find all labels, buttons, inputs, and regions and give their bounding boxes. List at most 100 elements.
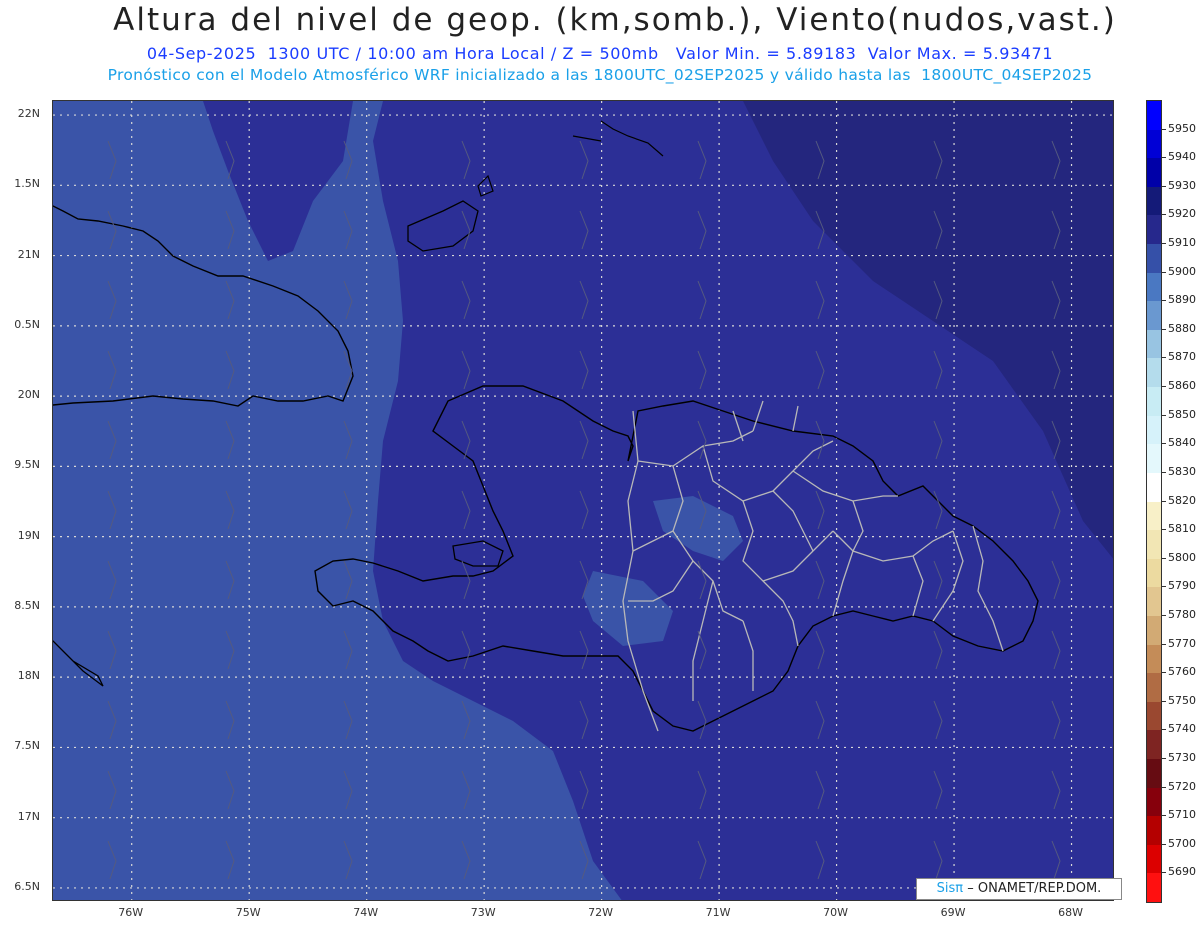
colorbar-segment — [1147, 129, 1161, 159]
longitude-label: 71W — [705, 906, 731, 919]
colorbar-tick — [1162, 271, 1166, 273]
colorbar-tick — [1162, 300, 1166, 302]
longitude-label: 70W — [823, 906, 848, 919]
latitude-label: 1.5N — [14, 177, 40, 191]
colorbar-segment — [1147, 615, 1161, 646]
colorbar-tick — [1162, 157, 1166, 159]
colorbar-label: 5800 — [1168, 550, 1196, 564]
colorbar-segment — [1147, 329, 1161, 359]
colorbar-label: 5740 — [1168, 722, 1196, 736]
colorbar-tick — [1162, 185, 1166, 187]
colorbar-tick — [1162, 357, 1166, 359]
colorbar-tick — [1162, 786, 1166, 788]
colorbar-label: 5940 — [1168, 150, 1196, 164]
colorbar-label: 5760 — [1168, 665, 1196, 679]
longitude-label: 74W — [353, 906, 379, 919]
colorbar-segment — [1147, 472, 1161, 502]
colorbar-tick — [1162, 386, 1166, 388]
colorbar-label: 5890 — [1168, 293, 1196, 307]
colorbar-tick — [1162, 500, 1166, 502]
colorbar-segment — [1147, 215, 1161, 245]
colorbar-tick — [1162, 872, 1166, 874]
colorbar-segment — [1147, 816, 1161, 846]
colorbar-segment — [1147, 387, 1161, 417]
colorbar-label: 5810 — [1168, 522, 1196, 536]
colorbar — [1146, 100, 1162, 903]
colorbar-tick — [1162, 700, 1166, 702]
colorbar-label: 5780 — [1168, 607, 1196, 621]
colorbar-tick — [1162, 843, 1166, 845]
latitude-label: 6.5N — [14, 879, 40, 893]
colorbar-segment — [1147, 244, 1161, 274]
longitude-label: 72W — [588, 906, 614, 919]
colorbar-tick — [1162, 443, 1166, 445]
latitude-label: 19N — [17, 528, 40, 542]
colorbar-tick — [1162, 414, 1166, 416]
latitude-label: 17N — [17, 809, 40, 823]
colorbar-label: 5790 — [1168, 579, 1196, 593]
longitude-label: 75W — [235, 906, 261, 919]
colorbar-segment — [1147, 644, 1161, 674]
colorbar-segment — [1147, 186, 1161, 216]
colorbar-label: 5820 — [1168, 493, 1196, 507]
colorbar-tick — [1162, 586, 1166, 588]
colorbar-segment — [1147, 873, 1161, 903]
colorbar-label: 5930 — [1168, 178, 1196, 192]
colorbar-segment — [1147, 787, 1161, 817]
colorbar-label: 5850 — [1168, 407, 1196, 421]
colorbar-label: 5870 — [1168, 350, 1196, 364]
colorbar-tick — [1162, 729, 1166, 731]
colorbar-segment — [1147, 587, 1161, 617]
colorbar-tick — [1162, 328, 1166, 330]
colorbar-segment — [1147, 358, 1161, 388]
credit-sis: Sisπ — [936, 881, 964, 896]
credit-box: Sisπ – ONAMET/REP.DOM. — [916, 878, 1122, 900]
colorbar-segment — [1147, 415, 1161, 445]
longitude-label: 73W — [470, 906, 496, 919]
latitude-label: 22N — [17, 107, 40, 121]
colorbar-segment — [1147, 530, 1161, 560]
map-title: Altura del nivel de geop. (km,somb.), Vi… — [113, 2, 1117, 38]
colorbar-tick — [1162, 529, 1166, 531]
colorbar-tick — [1162, 757, 1166, 759]
latitude-label: 18N — [17, 669, 40, 683]
colorbar-segment — [1147, 844, 1161, 874]
colorbar-label: 5900 — [1168, 264, 1196, 278]
geopotential-map — [53, 101, 1113, 900]
colorbar-segment — [1147, 101, 1161, 131]
map-subtitle-model: Pronóstico con el Modelo Atmosférico WRF… — [107, 66, 1093, 84]
map-frame — [52, 100, 1114, 901]
colorbar-label: 5690 — [1168, 865, 1196, 879]
colorbar-segment — [1147, 444, 1161, 474]
colorbar-segment — [1147, 272, 1161, 302]
colorbar-segment — [1147, 501, 1161, 531]
colorbar-segment — [1147, 701, 1161, 731]
colorbar-label: 5720 — [1168, 779, 1196, 793]
map-subtitle-time: 04-Sep-2025 1300 UTC / 10:00 am Hora Loc… — [146, 44, 1054, 63]
colorbar-label: 5950 — [1168, 121, 1196, 135]
colorbar-label: 5710 — [1168, 808, 1196, 822]
colorbar-segment — [1147, 301, 1161, 331]
colorbar-segment — [1147, 158, 1161, 188]
longitude-label: 68W — [1058, 906, 1083, 919]
colorbar-tick — [1162, 643, 1166, 645]
colorbar-tick — [1162, 214, 1166, 216]
longitude-label: 69W — [940, 906, 966, 919]
latitude-label: 7.5N — [14, 739, 40, 753]
colorbar-segment — [1147, 730, 1161, 760]
colorbar-tick — [1162, 471, 1166, 473]
colorbar-label: 5860 — [1168, 379, 1196, 393]
colorbar-segment — [1147, 558, 1161, 588]
colorbar-label: 5920 — [1168, 207, 1196, 221]
latitude-label: 20N — [17, 388, 40, 402]
colorbar-segment — [1147, 673, 1161, 703]
colorbar-tick — [1162, 614, 1166, 616]
colorbar-label: 5750 — [1168, 693, 1196, 707]
colorbar-label: 5880 — [1168, 321, 1196, 335]
latitude-label: 9.5N — [14, 458, 40, 472]
colorbar-tick — [1162, 128, 1166, 130]
latitude-label: 8.5N — [14, 598, 40, 612]
colorbar-label: 5830 — [1168, 464, 1196, 478]
colorbar-tick — [1162, 672, 1166, 674]
colorbar-label: 5840 — [1168, 436, 1196, 450]
